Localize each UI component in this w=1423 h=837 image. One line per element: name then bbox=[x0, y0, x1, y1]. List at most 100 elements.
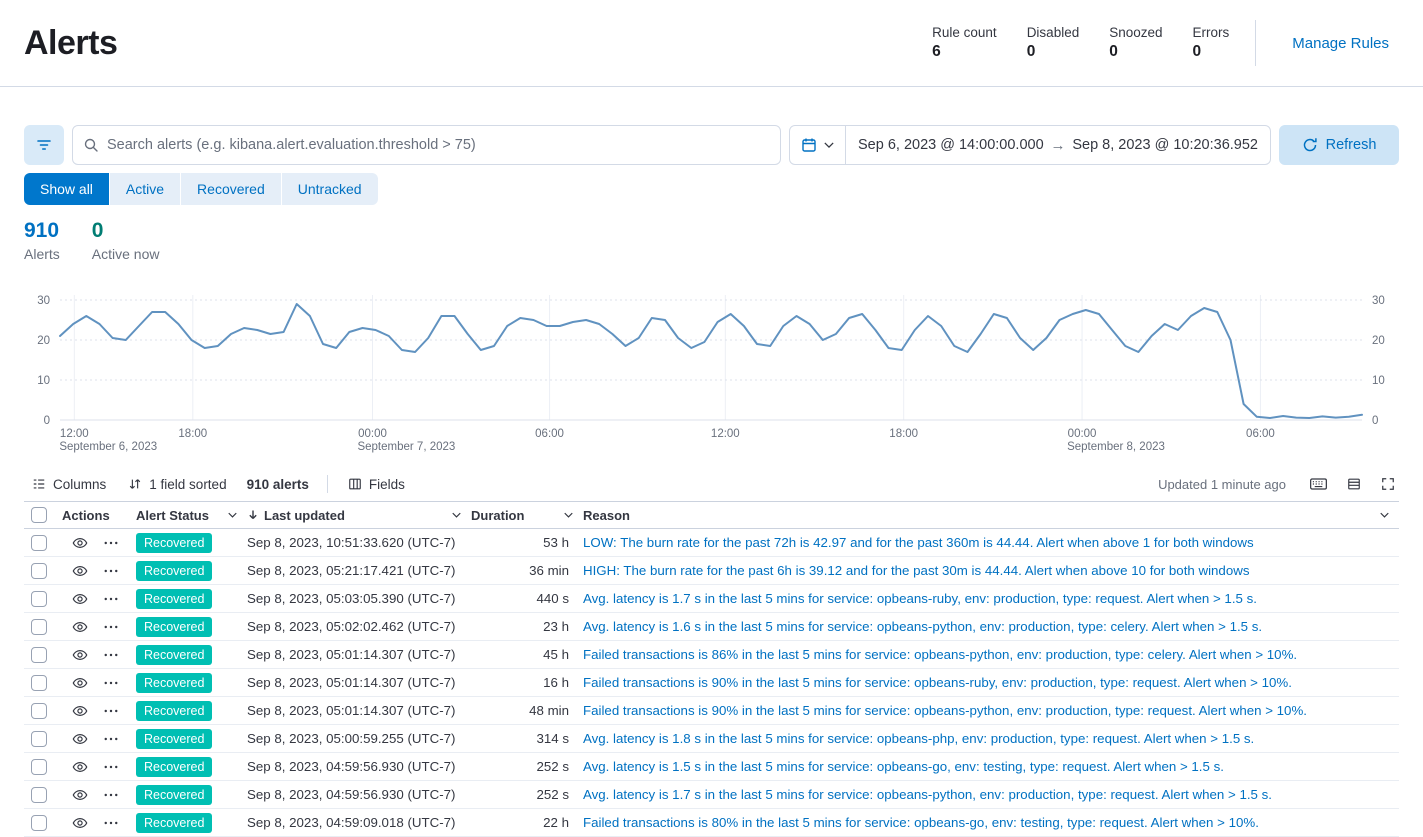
col-header-reason[interactable]: Reason bbox=[583, 502, 1399, 529]
view-alert-button[interactable] bbox=[70, 673, 90, 693]
col-header-last-updated[interactable]: Last updated bbox=[247, 502, 471, 529]
col-header-alert-status[interactable]: Alert Status bbox=[136, 502, 247, 529]
reason-link[interactable]: Avg. latency is 1.6 s in the last 5 mins… bbox=[583, 619, 1262, 634]
row-checkbox[interactable] bbox=[31, 647, 47, 663]
reason-link[interactable]: LOW: The burn rate for the past 72h is 4… bbox=[583, 535, 1254, 550]
row-checkbox[interactable] bbox=[31, 731, 47, 747]
table-row: Recovered Sep 8, 2023, 05:01:14.307 (UTC… bbox=[24, 697, 1399, 725]
duration-cell: 36 min bbox=[471, 557, 583, 585]
view-alert-button[interactable] bbox=[70, 701, 90, 721]
row-checkbox[interactable] bbox=[31, 619, 47, 635]
eye-icon bbox=[72, 731, 88, 747]
reason-link[interactable]: Avg. latency is 1.8 s in the last 5 mins… bbox=[583, 731, 1254, 746]
more-actions-icon bbox=[104, 653, 118, 657]
view-alert-button[interactable] bbox=[70, 813, 90, 833]
sort-fields-button[interactable]: 1 field sorted bbox=[120, 473, 234, 496]
duration-cell: 22 h bbox=[471, 809, 583, 837]
col-header-duration[interactable]: Duration bbox=[471, 502, 583, 529]
toolbar-divider bbox=[327, 475, 328, 493]
more-actions-button[interactable] bbox=[102, 567, 120, 575]
date-end-button[interactable]: Sep 8, 2023 @ 10:20:36.952 bbox=[1068, 137, 1262, 153]
filter-show-all[interactable]: Show all bbox=[24, 173, 110, 205]
chevron-down-icon bbox=[564, 512, 573, 518]
refresh-label: Refresh bbox=[1326, 137, 1377, 153]
more-actions-button[interactable] bbox=[102, 707, 120, 715]
reason-link[interactable]: Failed transactions is 90% in the last 5… bbox=[583, 703, 1307, 718]
reason-link[interactable]: Failed transactions is 90% in the last 5… bbox=[583, 675, 1292, 690]
stat-label: Snoozed bbox=[1109, 25, 1162, 40]
display-options-icon bbox=[1347, 477, 1361, 491]
row-checkbox[interactable] bbox=[31, 787, 47, 803]
more-actions-button[interactable] bbox=[102, 623, 120, 631]
view-alert-button[interactable] bbox=[70, 729, 90, 749]
row-checkbox[interactable] bbox=[31, 703, 47, 719]
last-updated-cell: Sep 8, 2023, 04:59:09.018 (UTC-7) bbox=[247, 809, 471, 837]
more-actions-button[interactable] bbox=[102, 679, 120, 687]
view-alert-button[interactable] bbox=[70, 785, 90, 805]
status-badge: Recovered bbox=[136, 617, 212, 637]
date-start-button[interactable]: Sep 6, 2023 @ 14:00:00.000 bbox=[854, 137, 1048, 153]
fields-button[interactable]: Fields bbox=[340, 473, 413, 496]
more-actions-button[interactable] bbox=[102, 819, 120, 827]
reason-link[interactable]: Avg. latency is 1.7 s in the last 5 mins… bbox=[583, 591, 1257, 606]
row-checkbox[interactable] bbox=[31, 815, 47, 831]
row-checkbox[interactable] bbox=[31, 535, 47, 551]
date-quick-select-button[interactable] bbox=[790, 126, 846, 164]
display-options-button[interactable] bbox=[1343, 473, 1365, 495]
filter-active[interactable]: Active bbox=[110, 173, 181, 205]
more-actions-button[interactable] bbox=[102, 595, 120, 603]
view-alert-button[interactable] bbox=[70, 589, 90, 609]
more-actions-button[interactable] bbox=[102, 763, 120, 771]
reason-link[interactable]: HIGH: The burn rate for the past 6h is 3… bbox=[583, 563, 1249, 578]
refresh-button[interactable]: Refresh bbox=[1279, 125, 1399, 165]
last-updated-cell: Sep 8, 2023, 05:01:14.307 (UTC-7) bbox=[247, 669, 471, 697]
svg-text:18:00: 18:00 bbox=[178, 428, 207, 440]
reason-link[interactable]: Failed transactions is 86% in the last 5… bbox=[583, 647, 1297, 662]
fullscreen-icon bbox=[1381, 477, 1395, 491]
more-actions-button[interactable] bbox=[102, 651, 120, 659]
status-badge: Recovered bbox=[136, 757, 212, 777]
more-actions-button[interactable] bbox=[102, 539, 120, 547]
view-alert-button[interactable] bbox=[70, 533, 90, 553]
row-checkbox[interactable] bbox=[31, 759, 47, 775]
table-row: Recovered Sep 8, 2023, 05:01:14.307 (UTC… bbox=[24, 641, 1399, 669]
reason-link[interactable]: Avg. latency is 1.5 s in the last 5 mins… bbox=[583, 759, 1224, 774]
keyboard-shortcuts-button[interactable] bbox=[1306, 474, 1331, 494]
view-alert-button[interactable] bbox=[70, 561, 90, 581]
stat-value: 0 bbox=[1027, 43, 1080, 61]
stat-snoozed: Snoozed 0 bbox=[1109, 25, 1162, 61]
view-alert-button[interactable] bbox=[70, 617, 90, 637]
columns-button[interactable]: Columns bbox=[24, 473, 114, 496]
view-alert-button[interactable] bbox=[70, 757, 90, 777]
reason-link[interactable]: Failed transactions is 80% in the last 5… bbox=[583, 815, 1259, 830]
keyboard-icon bbox=[1310, 478, 1327, 490]
more-actions-button[interactable] bbox=[102, 791, 120, 799]
stat-label: Disabled bbox=[1027, 25, 1080, 40]
row-checkbox[interactable] bbox=[31, 591, 47, 607]
eye-icon bbox=[72, 759, 88, 775]
status-badge: Recovered bbox=[136, 533, 212, 553]
filter-toggle-button[interactable] bbox=[24, 125, 64, 165]
manage-rules-link[interactable]: Manage Rules bbox=[1282, 27, 1399, 60]
search-input[interactable] bbox=[72, 125, 781, 165]
refresh-icon bbox=[1302, 137, 1318, 153]
active-now-label: Active now bbox=[92, 246, 160, 262]
filter-recovered[interactable]: Recovered bbox=[181, 173, 282, 205]
reason-link[interactable]: Avg. latency is 1.7 s in the last 5 mins… bbox=[583, 787, 1272, 802]
rule-stats: Rule count 6 Disabled 0 Snoozed 0 Errors… bbox=[932, 25, 1229, 61]
table-row: Recovered Sep 8, 2023, 05:02:02.462 (UTC… bbox=[24, 613, 1399, 641]
filter-untracked[interactable]: Untracked bbox=[282, 173, 378, 205]
row-checkbox[interactable] bbox=[31, 563, 47, 579]
sort-icon bbox=[128, 477, 142, 491]
duration-cell: 252 s bbox=[471, 753, 583, 781]
page-header: Alerts Rule count 6 Disabled 0 Snoozed 0… bbox=[0, 0, 1423, 87]
view-alert-button[interactable] bbox=[70, 645, 90, 665]
svg-text:20: 20 bbox=[1372, 335, 1385, 347]
more-actions-icon bbox=[104, 737, 118, 741]
select-all-checkbox[interactable] bbox=[31, 507, 47, 523]
status-badge: Recovered bbox=[136, 729, 212, 749]
more-actions-button[interactable] bbox=[102, 735, 120, 743]
date-range-picker: Sep 6, 2023 @ 14:00:00.000 → Sep 8, 2023… bbox=[789, 125, 1271, 165]
fullscreen-button[interactable] bbox=[1377, 473, 1399, 495]
row-checkbox[interactable] bbox=[31, 675, 47, 691]
